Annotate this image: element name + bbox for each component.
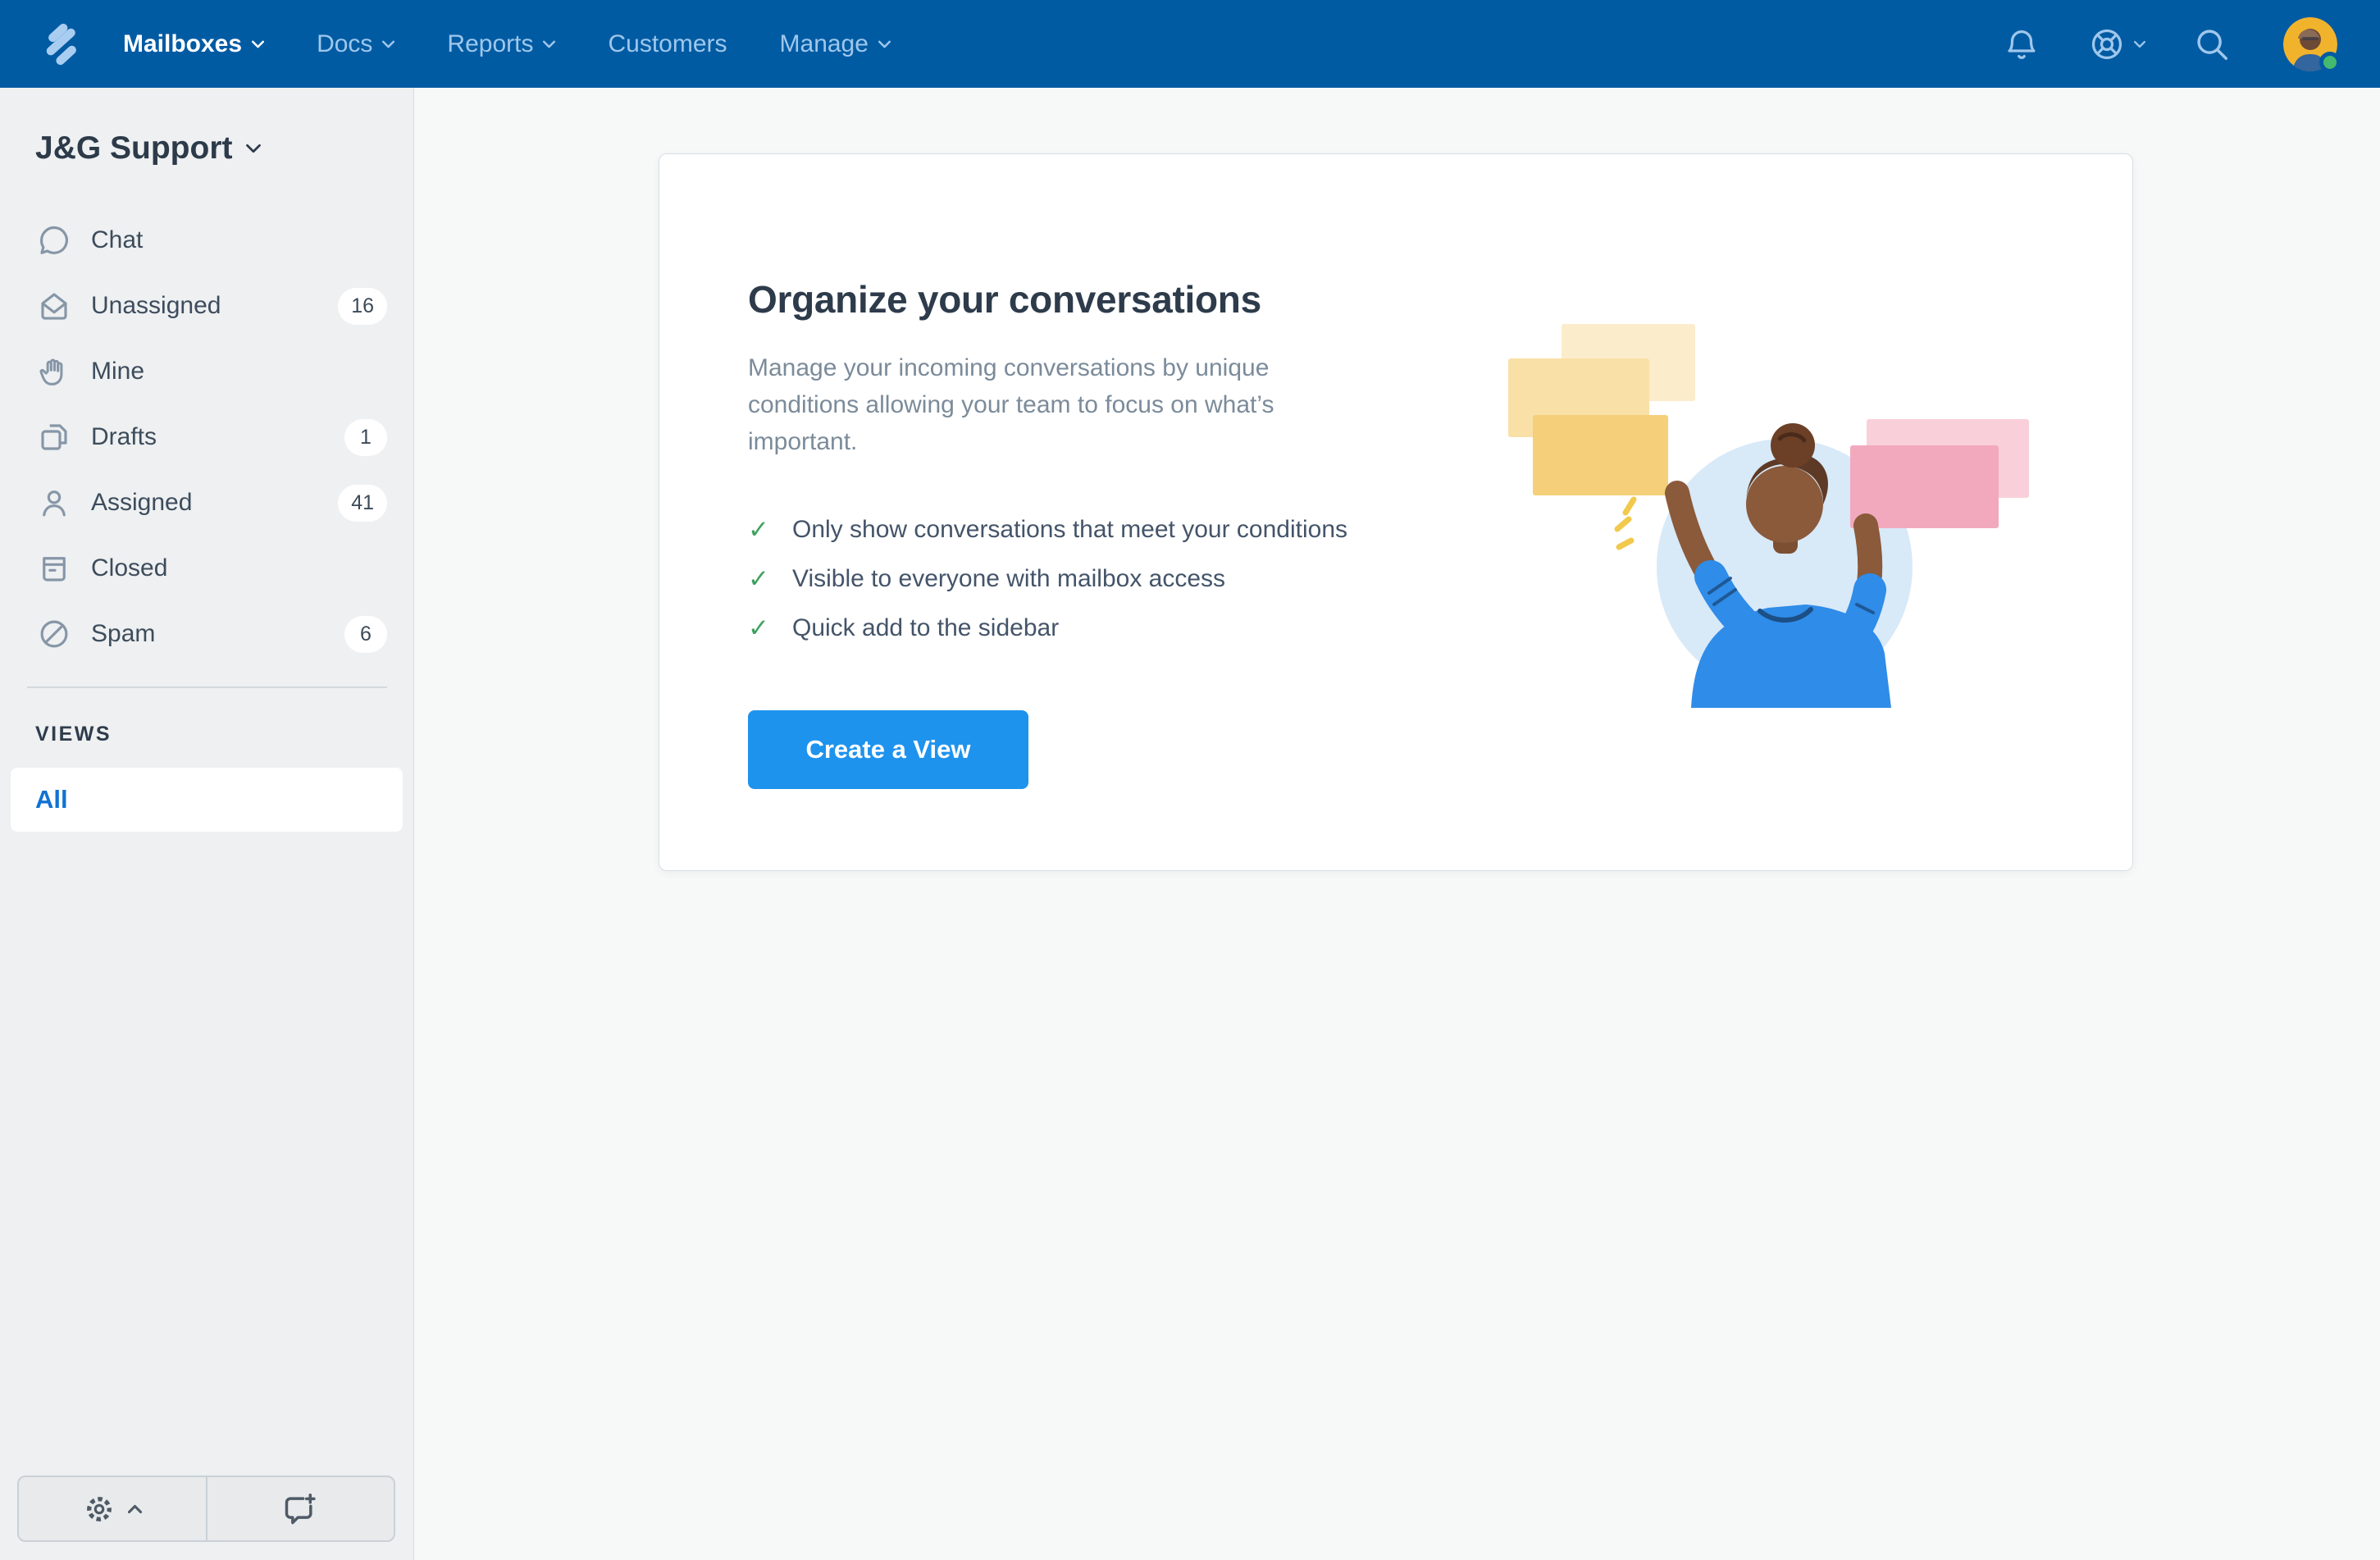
view-item-all[interactable]: All [11, 768, 403, 832]
top-navigation-bar: Mailboxes Docs Reports Customers Manage [0, 0, 2380, 88]
folder-count-badge: 1 [344, 419, 387, 456]
helpscout-logo-icon[interactable] [39, 21, 85, 67]
hand-icon [37, 354, 71, 389]
card-title: Organize your conversations [748, 277, 1420, 322]
chevron-down-icon [878, 40, 891, 48]
gear-icon [82, 1492, 116, 1526]
feature-item: ✓ Visible to everyone with mailbox acces… [748, 554, 1420, 604]
help-lifebuoy-menu[interactable] [2088, 25, 2145, 63]
sidebar-footer-bar [17, 1476, 395, 1542]
open-envelope-icon [37, 289, 71, 323]
folder-list: Chat Unassigned 16 Mine [0, 208, 413, 667]
mailbox-name: J&G Support [35, 130, 233, 166]
sidebar-item-assigned[interactable]: Assigned 41 [0, 470, 413, 536]
feature-list: ✓ Only show conversations that meet your… [748, 505, 1420, 653]
folder-label: Drafts [91, 423, 157, 451]
nav-label: Customers [608, 30, 727, 58]
pages-copy-icon [37, 420, 71, 454]
mailbox-sidebar: J&G Support Chat Unassigned 16 [0, 88, 414, 1560]
sidebar-item-spam[interactable]: Spam 6 [0, 601, 413, 667]
views-section-heading: VIEWS [35, 723, 413, 746]
search-icon[interactable] [2193, 25, 2231, 63]
feature-text: Visible to everyone with mailbox access [792, 565, 1225, 593]
mailbox-settings-button[interactable] [19, 1477, 206, 1540]
new-conversation-icon [282, 1491, 318, 1527]
sidebar-item-drafts[interactable]: Drafts 1 [0, 404, 413, 470]
chevron-down-icon [252, 40, 264, 48]
folder-label: Spam [91, 620, 155, 648]
nav-label: Mailboxes [123, 30, 242, 58]
folder-label: Unassigned [91, 292, 221, 320]
check-icon: ✓ [748, 614, 773, 643]
lifebuoy-icon [2088, 25, 2126, 63]
notifications-bell-icon[interactable] [2003, 25, 2040, 63]
folder-label: Chat [91, 226, 143, 254]
folder-label: Closed [91, 554, 167, 582]
feature-item: ✓ Only show conversations that meet your… [748, 505, 1420, 554]
nav-right-actions [2003, 17, 2337, 71]
sidebar-item-closed[interactable]: Closed [0, 536, 413, 601]
nav-item-reports[interactable]: Reports [447, 30, 555, 58]
organize-conversations-card: Organize your conversations Manage your … [659, 153, 2133, 871]
main-content: Organize your conversations Manage your … [415, 88, 2380, 1560]
nav-label: Manage [780, 30, 869, 58]
chevron-up-icon [128, 1504, 142, 1514]
feature-item: ✓ Quick add to the sidebar [748, 604, 1420, 653]
new-conversation-button[interactable] [206, 1477, 394, 1540]
sidebar-item-unassigned[interactable]: Unassigned 16 [0, 273, 413, 339]
nav-label: Docs [317, 30, 372, 58]
check-icon: ✓ [748, 515, 773, 545]
mailbox-switcher[interactable]: J&G Support [0, 88, 413, 166]
folder-label: Mine [91, 358, 144, 385]
create-view-button[interactable]: Create a View [748, 710, 1028, 789]
primary-nav: Mailboxes Docs Reports Customers Manage [123, 30, 943, 58]
user-avatar[interactable] [2283, 17, 2337, 71]
chat-bubble-icon [37, 223, 71, 258]
card-description: Manage your incoming conversations by un… [748, 349, 1379, 460]
view-label: All [35, 785, 68, 814]
helpscout-app: Mailboxes Docs Reports Customers Manage [0, 0, 2380, 1560]
nav-item-manage[interactable]: Manage [780, 30, 891, 58]
organize-cards-illustration [1504, 322, 2045, 708]
folder-count-badge: 6 [344, 616, 387, 653]
nav-label: Reports [447, 30, 533, 58]
nav-item-mailboxes[interactable]: Mailboxes [123, 30, 264, 58]
nav-item-docs[interactable]: Docs [317, 30, 394, 58]
check-icon: ✓ [748, 564, 773, 594]
folder-count-badge: 16 [338, 288, 387, 325]
sidebar-divider [27, 686, 387, 688]
feature-text: Only show conversations that meet your c… [792, 516, 1347, 544]
feature-text: Quick add to the sidebar [792, 614, 1059, 642]
online-status-dot [2319, 52, 2341, 73]
folder-count-badge: 41 [338, 485, 387, 522]
archive-box-icon [37, 551, 71, 586]
chevron-down-icon [2134, 40, 2145, 48]
chevron-down-icon [543, 40, 555, 48]
chevron-down-icon [382, 40, 394, 48]
sidebar-item-mine[interactable]: Mine [0, 339, 413, 404]
chevron-down-icon [246, 144, 261, 153]
blocked-circle-icon [37, 617, 71, 651]
nav-item-customers[interactable]: Customers [608, 30, 727, 58]
person-icon [37, 486, 71, 520]
sidebar-item-chat[interactable]: Chat [0, 208, 413, 273]
folder-label: Assigned [91, 489, 192, 517]
card-text-column: Organize your conversations Manage your … [748, 277, 1420, 789]
